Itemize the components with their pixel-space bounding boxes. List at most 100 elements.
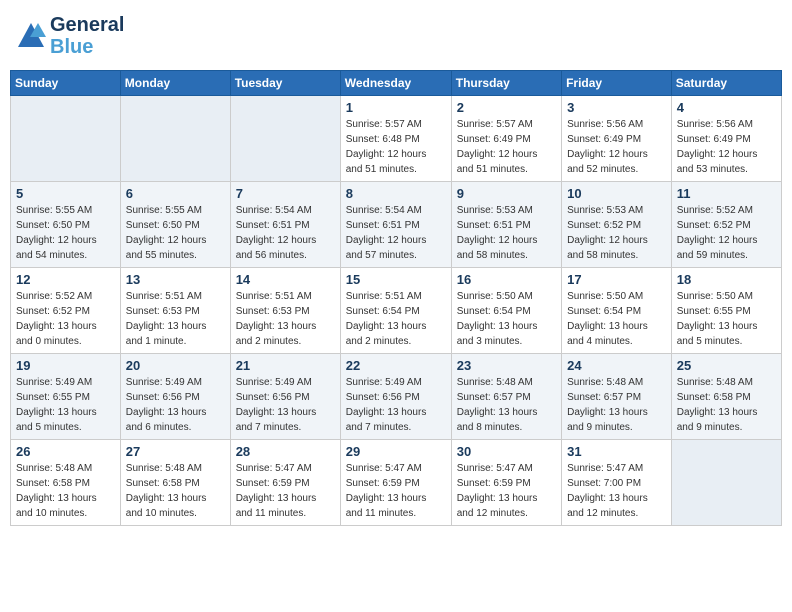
calendar-cell: 5 Sunrise: 5:55 AMSunset: 6:50 PMDaylight…: [11, 182, 121, 268]
day-number: 24: [567, 358, 666, 373]
day-header: Friday: [562, 71, 672, 96]
day-number: 19: [16, 358, 115, 373]
day-header: Thursday: [451, 71, 561, 96]
day-number: 12: [16, 272, 115, 287]
day-info: Sunrise: 5:51 AMSunset: 6:53 PMDaylight:…: [236, 289, 335, 349]
calendar-cell: 7 Sunrise: 5:54 AMSunset: 6:51 PMDaylight…: [230, 182, 340, 268]
day-info: Sunrise: 5:48 AMSunset: 6:58 PMDaylight:…: [16, 461, 115, 521]
day-info: Sunrise: 5:51 AMSunset: 6:54 PMDaylight:…: [346, 289, 446, 349]
day-info: Sunrise: 5:54 AMSunset: 6:51 PMDaylight:…: [236, 203, 335, 263]
day-info: Sunrise: 5:57 AMSunset: 6:48 PMDaylight:…: [346, 117, 446, 177]
day-number: 5: [16, 186, 115, 201]
day-info: Sunrise: 5:49 AMSunset: 6:55 PMDaylight:…: [16, 375, 115, 435]
calendar-cell: 25 Sunrise: 5:48 AMSunset: 6:58 PMDayligh…: [671, 354, 781, 440]
calendar-cell: 14 Sunrise: 5:51 AMSunset: 6:53 PMDayligh…: [230, 268, 340, 354]
calendar-cell: 16 Sunrise: 5:50 AMSunset: 6:54 PMDayligh…: [451, 268, 561, 354]
calendar-cell: [230, 96, 340, 182]
day-info: Sunrise: 5:56 AMSunset: 6:49 PMDaylight:…: [567, 117, 666, 177]
day-number: 8: [346, 186, 446, 201]
day-info: Sunrise: 5:50 AMSunset: 6:54 PMDaylight:…: [457, 289, 556, 349]
day-info: Sunrise: 5:48 AMSunset: 6:57 PMDaylight:…: [457, 375, 556, 435]
calendar-week-row: 1 Sunrise: 5:57 AMSunset: 6:48 PMDaylight…: [11, 96, 782, 182]
calendar-cell: 30 Sunrise: 5:47 AMSunset: 6:59 PMDayligh…: [451, 440, 561, 526]
day-number: 17: [567, 272, 666, 287]
day-number: 4: [677, 100, 776, 115]
day-info: Sunrise: 5:55 AMSunset: 6:50 PMDaylight:…: [16, 203, 115, 263]
calendar-week-row: 12 Sunrise: 5:52 AMSunset: 6:52 PMDayligh…: [11, 268, 782, 354]
day-info: Sunrise: 5:53 AMSunset: 6:51 PMDaylight:…: [457, 203, 556, 263]
day-number: 30: [457, 444, 556, 459]
calendar-cell: 6 Sunrise: 5:55 AMSunset: 6:50 PMDaylight…: [120, 182, 230, 268]
calendar-week-row: 26 Sunrise: 5:48 AMSunset: 6:58 PMDayligh…: [11, 440, 782, 526]
calendar-cell: 11Sunrise: 5:52 AMSunset: 6:52 PMDayligh…: [671, 182, 781, 268]
calendar-cell: [11, 96, 121, 182]
day-number: 13: [126, 272, 225, 287]
calendar-cell: 10 Sunrise: 5:53 AMSunset: 6:52 PMDayligh…: [562, 182, 672, 268]
calendar-cell: 12 Sunrise: 5:52 AMSunset: 6:52 PMDayligh…: [11, 268, 121, 354]
day-info: Sunrise: 5:47 AMSunset: 7:00 PMDaylight:…: [567, 461, 666, 521]
day-number: 10: [567, 186, 666, 201]
day-info: Sunrise: 5:53 AMSunset: 6:52 PMDaylight:…: [567, 203, 666, 263]
calendar-cell: 24 Sunrise: 5:48 AMSunset: 6:57 PMDayligh…: [562, 354, 672, 440]
day-number: 9: [457, 186, 556, 201]
day-number: 7: [236, 186, 335, 201]
calendar-cell: 26 Sunrise: 5:48 AMSunset: 6:58 PMDayligh…: [11, 440, 121, 526]
day-number: 29: [346, 444, 446, 459]
day-info: Sunrise: 5:48 AMSunset: 6:58 PMDaylight:…: [677, 375, 776, 435]
calendar-cell: 17 Sunrise: 5:50 AMSunset: 6:54 PMDayligh…: [562, 268, 672, 354]
day-number: 20: [126, 358, 225, 373]
day-number: 15: [346, 272, 446, 287]
day-info: Sunrise: 5:49 AMSunset: 6:56 PMDaylight:…: [126, 375, 225, 435]
day-number: 1: [346, 100, 446, 115]
day-info: Sunrise: 5:47 AMSunset: 6:59 PMDaylight:…: [457, 461, 556, 521]
calendar-cell: 9 Sunrise: 5:53 AMSunset: 6:51 PMDaylight…: [451, 182, 561, 268]
calendar-cell: 21Sunrise: 5:49 AMSunset: 6:56 PMDayligh…: [230, 354, 340, 440]
day-number: 16: [457, 272, 556, 287]
calendar-cell: 8 Sunrise: 5:54 AMSunset: 6:51 PMDaylight…: [340, 182, 451, 268]
day-number: 6: [126, 186, 225, 201]
calendar-week-row: 5 Sunrise: 5:55 AMSunset: 6:50 PMDaylight…: [11, 182, 782, 268]
calendar-cell: 27 Sunrise: 5:48 AMSunset: 6:58 PMDayligh…: [120, 440, 230, 526]
calendar-cell: [671, 440, 781, 526]
calendar-cell: 31 Sunrise: 5:47 AMSunset: 7:00 PMDayligh…: [562, 440, 672, 526]
day-number: 26: [16, 444, 115, 459]
calendar-cell: 18Sunrise: 5:50 AMSunset: 6:55 PMDayligh…: [671, 268, 781, 354]
calendar-cell: 15 Sunrise: 5:51 AMSunset: 6:54 PMDayligh…: [340, 268, 451, 354]
calendar-cell: 23 Sunrise: 5:48 AMSunset: 6:57 PMDayligh…: [451, 354, 561, 440]
day-info: Sunrise: 5:54 AMSunset: 6:51 PMDaylight:…: [346, 203, 446, 263]
day-number: 25: [677, 358, 776, 373]
calendar: SundayMondayTuesdayWednesdayThursdayFrid…: [10, 70, 782, 526]
day-number: 18: [677, 272, 776, 287]
day-number: 11: [677, 186, 776, 201]
day-info: Sunrise: 5:52 AMSunset: 6:52 PMDaylight:…: [16, 289, 115, 349]
day-number: 27: [126, 444, 225, 459]
day-info: Sunrise: 5:57 AMSunset: 6:49 PMDaylight:…: [457, 117, 556, 177]
calendar-cell: [120, 96, 230, 182]
day-info: Sunrise: 5:51 AMSunset: 6:53 PMDaylight:…: [126, 289, 225, 349]
day-header: Saturday: [671, 71, 781, 96]
calendar-cell: 4Sunrise: 5:56 AMSunset: 6:49 PMDaylight…: [671, 96, 781, 182]
calendar-body: 1 Sunrise: 5:57 AMSunset: 6:48 PMDaylight…: [11, 96, 782, 526]
day-info: Sunrise: 5:55 AMSunset: 6:50 PMDaylight:…: [126, 203, 225, 263]
day-number: 22: [346, 358, 446, 373]
logo-text: General Blue: [50, 14, 124, 58]
page-header: General Blue: [10, 10, 782, 62]
calendar-cell: 22Sunrise: 5:49 AMSunset: 6:56 PMDayligh…: [340, 354, 451, 440]
logo: General Blue: [16, 14, 124, 58]
day-info: Sunrise: 5:48 AMSunset: 6:58 PMDaylight:…: [126, 461, 225, 521]
day-number: 14: [236, 272, 335, 287]
calendar-cell: 2Sunrise: 5:57 AMSunset: 6:49 PMDaylight…: [451, 96, 561, 182]
day-header: Monday: [120, 71, 230, 96]
logo-icon: [16, 21, 46, 51]
day-number: 3: [567, 100, 666, 115]
day-info: Sunrise: 5:47 AMSunset: 6:59 PMDaylight:…: [236, 461, 335, 521]
day-number: 31: [567, 444, 666, 459]
day-info: Sunrise: 5:47 AMSunset: 6:59 PMDaylight:…: [346, 461, 446, 521]
calendar-cell: 3 Sunrise: 5:56 AMSunset: 6:49 PMDaylight…: [562, 96, 672, 182]
calendar-cell: 13 Sunrise: 5:51 AMSunset: 6:53 PMDayligh…: [120, 268, 230, 354]
day-number: 23: [457, 358, 556, 373]
day-info: Sunrise: 5:50 AMSunset: 6:54 PMDaylight:…: [567, 289, 666, 349]
calendar-cell: 20 Sunrise: 5:49 AMSunset: 6:56 PMDayligh…: [120, 354, 230, 440]
day-info: Sunrise: 5:48 AMSunset: 6:57 PMDaylight:…: [567, 375, 666, 435]
calendar-cell: 28Sunrise: 5:47 AMSunset: 6:59 PMDayligh…: [230, 440, 340, 526]
